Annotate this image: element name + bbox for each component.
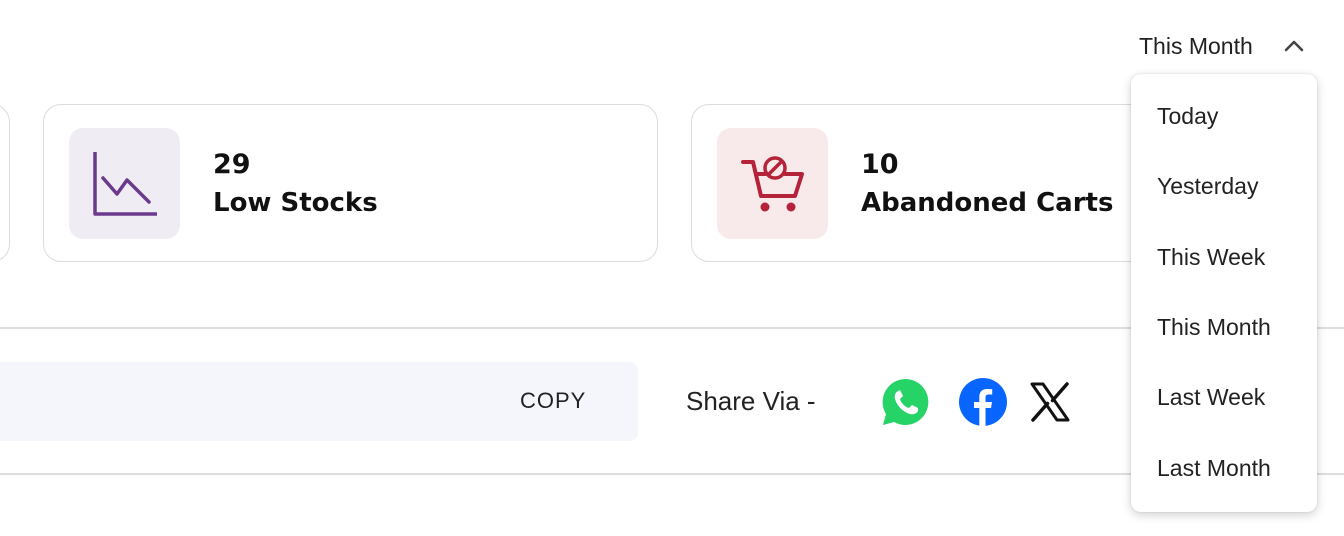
menu-item-last-week[interactable]: Last Week <box>1157 384 1265 411</box>
period-select[interactable]: This Month <box>1139 30 1253 62</box>
menu-item-this-week[interactable]: This Week <box>1157 244 1265 271</box>
menu-item-today[interactable]: Today <box>1157 103 1218 130</box>
copy-button[interactable]: COPY <box>520 388 586 414</box>
chevron-up-icon[interactable] <box>1282 34 1306 58</box>
stat-label: Low Stocks <box>213 188 378 218</box>
stat-card-partial <box>0 104 10 262</box>
x-icon[interactable] <box>1028 380 1072 424</box>
stat-label: Abandoned Carts <box>861 188 1114 218</box>
menu-item-this-month[interactable]: This Month <box>1157 314 1271 341</box>
stat-icon-box <box>717 128 828 239</box>
menu-item-yesterday[interactable]: Yesterday <box>1157 173 1258 200</box>
whatsapp-icon[interactable] <box>881 377 931 427</box>
facebook-icon[interactable] <box>958 377 1008 427</box>
period-select-value: This Month <box>1139 32 1253 59</box>
stat-icon-box <box>69 128 180 239</box>
share-via-label: Share Via - <box>686 386 816 416</box>
menu-item-last-month[interactable]: Last Month <box>1157 455 1271 482</box>
period-dropdown-menu: Today Yesterday This Week This Month Las… <box>1131 74 1317 512</box>
stat-value: 10 <box>861 149 899 180</box>
cart-blocked-icon <box>740 155 804 211</box>
stat-card-low-stocks[interactable]: 29 Low Stocks <box>43 104 658 262</box>
stat-value: 29 <box>213 149 251 180</box>
trend-down-chart-icon <box>92 151 157 216</box>
